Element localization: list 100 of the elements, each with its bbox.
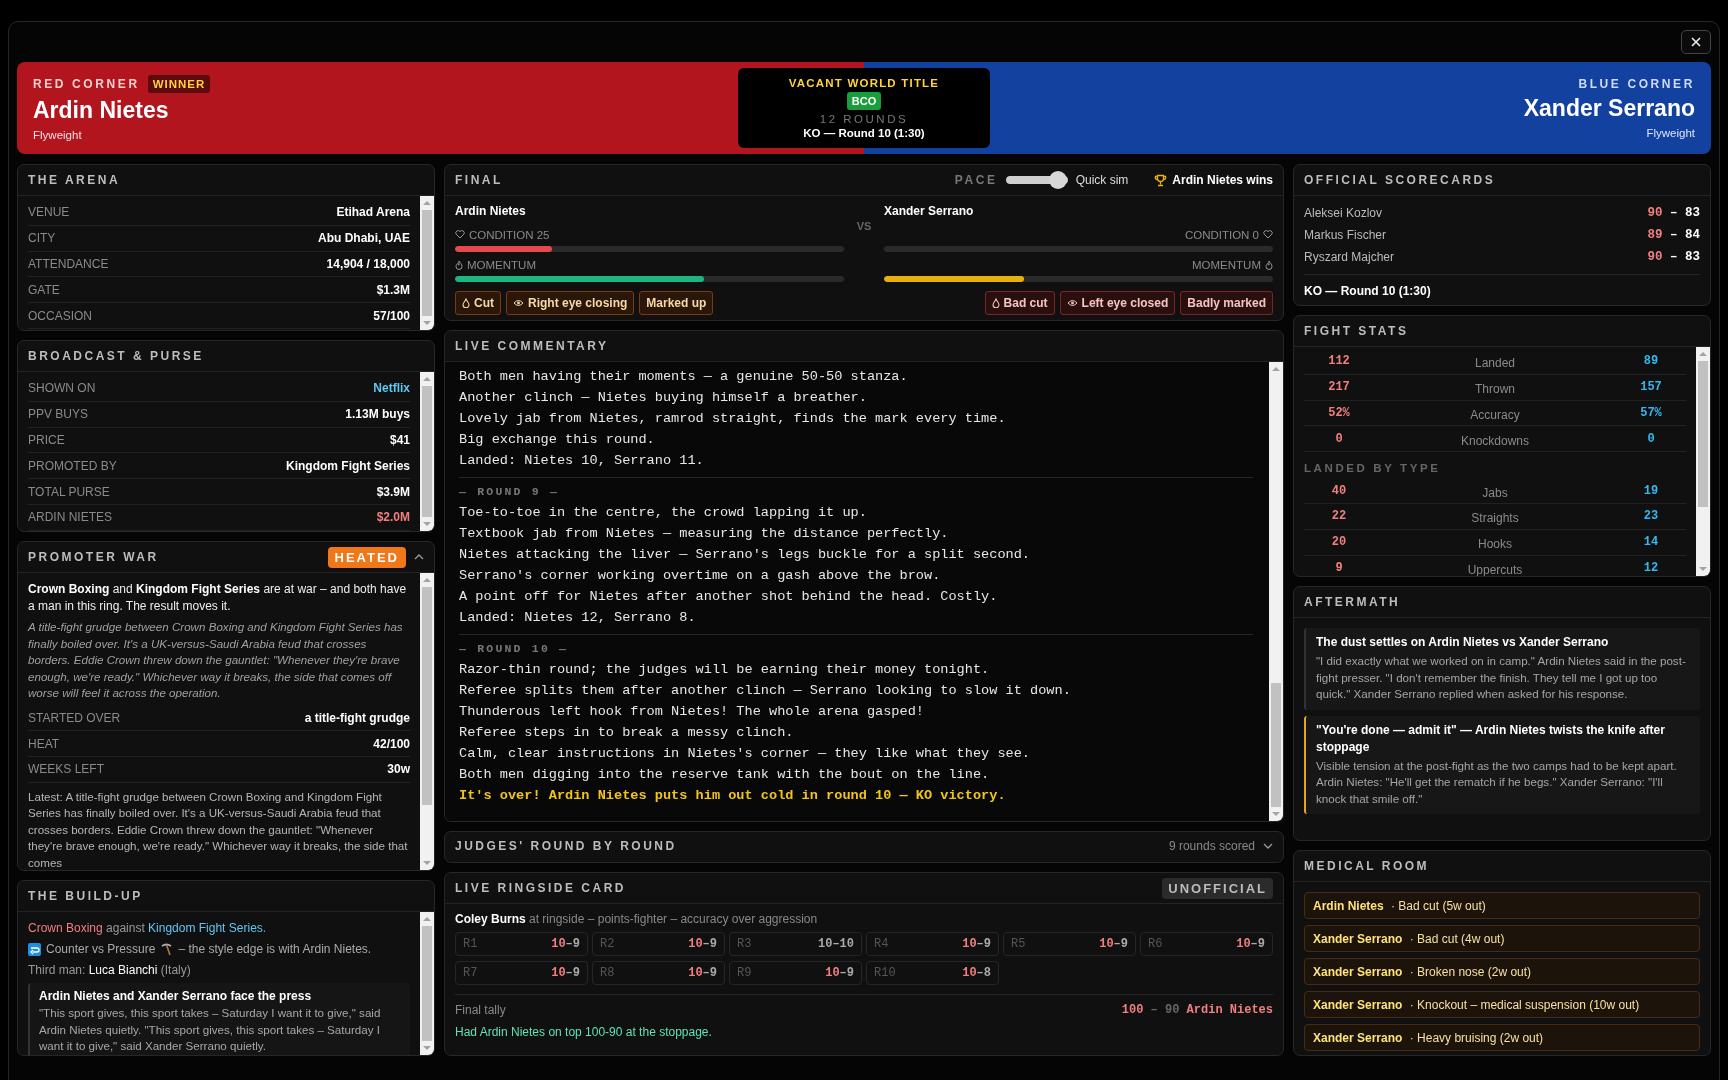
field-value: Abu Dhabi, UAE — [318, 231, 410, 246]
chevron-icon[interactable] — [1263, 843, 1273, 849]
field-label: VENUE — [28, 205, 70, 220]
field-value: 1.13M buys — [345, 407, 410, 422]
scrollbar[interactable] — [420, 196, 434, 330]
round-score: R4 10–9 — [866, 932, 999, 956]
field-label: OCCASION — [28, 308, 92, 323]
stat-value: 23 — [1642, 509, 1660, 524]
commentary-line: It's over! Ardin Nietes puts him out cold in round 10 — KO victory. — [459, 787, 1007, 805]
field-value: Etihad Arena — [336, 205, 410, 220]
condition-label: CONDITION 25 — [469, 228, 550, 241]
stat-label: Jabs — [1481, 484, 1509, 500]
field-value: a title-fight grudge — [304, 710, 410, 725]
broadcaster-link[interactable]: Netflix — [373, 381, 410, 396]
news-text: Visible tension at the post-fight as the two camps had to be kept apart. Ardin Nietes: "He'll get the rematch if he begs." Xander Serrano: "I'll knock that smile off." — [1316, 757, 1678, 807]
field-label: ATTENDANCE — [28, 257, 109, 271]
news-headline: "You're done — admit it" — Ardin Nietes twists the knife after stoppage — [1316, 721, 1666, 756]
rounds-scored: 9 rounds scored — [1168, 839, 1255, 853]
stat-label: Straights — [1470, 510, 1520, 526]
injury-tag: Cut — [455, 291, 501, 315]
scrollbar[interactable] — [420, 573, 434, 870]
commentary-line: Landed: Nietes 12, Serrano 8. — [459, 609, 697, 627]
corner-label: RED CORNER — [33, 77, 140, 91]
news-headline: The dust settles on Ardin Nietes vs Xander Serrano — [1316, 634, 1610, 651]
round-score: R5 10–9 — [1003, 932, 1136, 956]
stat-value: 57% — [1639, 406, 1663, 420]
scrollbar[interactable] — [1269, 362, 1283, 821]
judge-score: 90 – 83 — [1647, 206, 1700, 220]
style-verdict: – the style edge is with Ardin Nietes. — [178, 941, 372, 958]
panel-title: MEDICAL ROOM — [1304, 859, 1430, 873]
chevron-icon[interactable] — [414, 554, 424, 560]
commentary-line: Toe-to-toe in the centre, the crowd lapping it up. — [459, 504, 868, 522]
rivalry-line: Crown Boxing against Kingdom Fight Series. — [28, 920, 268, 937]
field-value: Kingdom Fight Series — [286, 458, 410, 473]
injury-tag: Marked up — [639, 291, 714, 315]
judge-name: Markus Fischer — [1304, 228, 1386, 242]
panel-title: PROMOTER WAR — [28, 550, 159, 564]
stat-value: 22 — [1330, 509, 1348, 524]
eye-icon — [513, 299, 524, 307]
title-name: VACANT WORLD TITLE — [788, 77, 940, 89]
field-label: SHOWN ON — [28, 381, 96, 396]
section-heading: LANDED BY TYPE — [1304, 462, 1442, 477]
close-icon — [1691, 37, 1701, 47]
injury-entry: Xander Serrano · Bad cut (4w out) — [1304, 925, 1700, 952]
field-label: TOTAL PURSE — [28, 484, 110, 499]
round-heading: — ROUND 9 — — [459, 484, 561, 500]
stat-value: 52% — [1327, 406, 1351, 420]
commentary-line: Big exchange this round. — [459, 431, 656, 449]
stat-label: Knockdowns — [1459, 432, 1530, 448]
rounds-label: 12 ROUNDS — [819, 113, 909, 125]
panel-title: FIGHT STATS — [1304, 324, 1409, 338]
stat-value: 14 — [1642, 535, 1660, 550]
war-story: A title-fight grudge between Crown Boxing and Kingdom Fight Series has finally boiled over. It's a UK-versus-Saudi Arabia feud that crosses borders. Eddie Crown threw down the gauntlet: "Whenever they're brave enough, we're ready." Whichever way it breaks, the side that comes off worse will feel it across the operation. — [28, 619, 404, 701]
injury-tag: Badly marked — [1180, 291, 1273, 315]
judge-name: Aleksei Kozlov — [1304, 206, 1383, 220]
injury-entry: Xander Serrano · Heavy bruising (2w out) — [1304, 1024, 1700, 1051]
pace-label: PACE — [954, 173, 998, 187]
fighter-name: Xander Serrano — [1523, 95, 1695, 122]
pace-slider[interactable] — [1005, 171, 1068, 189]
commentary-line: Referee steps in to break a messy clinch. — [459, 724, 795, 742]
commentary-line: Serrano's corner working overtime on a gash above the brow. — [459, 567, 942, 585]
injury-tag: Bad cut — [984, 291, 1055, 315]
field-label: GATE — [28, 282, 60, 297]
condition-label: CONDITION 0 — [1184, 228, 1259, 241]
scrollbar[interactable] — [420, 912, 434, 1055]
heart-icon — [1263, 230, 1273, 239]
field-label: HEAT — [28, 736, 60, 751]
trophy-icon — [1154, 173, 1168, 187]
commentary-line: Nietes attacking the liver — Serrano's legs buckle for a split second. — [459, 546, 1032, 564]
judge-score: 89 – 84 — [1647, 228, 1700, 242]
press-quote: "This sport gives, this sport takes – Saturday I want it to give," said Ardin Nietes quietly. "This sport gives, this sport takes – Saturday I want it to give," said Xander Serrano quietly. — [39, 1005, 382, 1054]
unofficial-badge: UNOFFICIAL — [1162, 877, 1273, 899]
scrollbar[interactable] — [1696, 347, 1710, 576]
referee-line: Third man: Luca Bianchi (Italy) — [28, 962, 192, 979]
corner-label: BLUE CORNER — [1578, 77, 1695, 91]
fight-result: KO — Round 10 (1:30) — [1304, 274, 1700, 298]
round-score: R8 10–9 — [592, 961, 725, 985]
commentary-line: Thunderous left hook from Nietes! The whole arena gasped! — [459, 703, 925, 721]
belt-badge: BCO — [846, 92, 882, 110]
stat-value: 9 — [1334, 560, 1344, 575]
commentary-line: Referee splits them after another clinch — Serrano looking to slow it down. — [459, 682, 1072, 700]
stat-label: Accuracy — [1469, 407, 1521, 422]
fight-result: KO — Round 10 (1:30) — [803, 127, 925, 139]
heart-icon — [455, 230, 465, 239]
stat-label: Landed — [1473, 355, 1516, 371]
round-score: R10 10–8 — [866, 961, 999, 985]
eye-icon — [1066, 299, 1078, 307]
commentary-line: Landed: Nietes 10, Serrano 11. — [459, 452, 705, 470]
winner-label: Ardin Nietes wins — [1172, 173, 1273, 187]
field-label: PRICE — [28, 433, 65, 447]
close-button[interactable] — [1681, 30, 1711, 54]
round-score: R2 10–9 — [592, 932, 725, 956]
judges-panel[interactable]: JUDGES' ROUND BY ROUND 9 rounds scored — [444, 831, 1284, 863]
field-label: ARDIN NIETES — [28, 510, 112, 525]
news-text: "I did exactly what we worked on in camp." Ardin Nietes said in the post-fight presser. "I don't remember the finish. They tell me I got up too quick." Xander Serrano replied when asked for his response. — [1316, 653, 1687, 702]
pickaxe-icon — [160, 943, 174, 956]
scrollbar[interactable] — [420, 372, 434, 531]
field-label: WEEKS LEFT — [28, 762, 104, 777]
stat-label: Uppercuts — [1466, 561, 1524, 576]
round-score: R6 10–9 — [1140, 932, 1273, 956]
